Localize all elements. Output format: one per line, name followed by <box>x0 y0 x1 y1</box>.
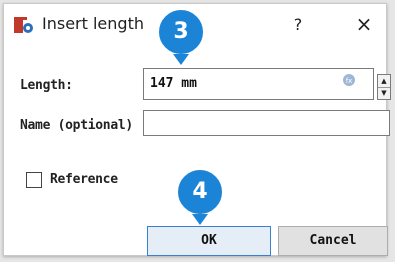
dialog-title: Insert length <box>42 14 144 33</box>
length-label: Length: <box>20 78 73 93</box>
length-input[interactable]: 147 mm fx <box>143 68 374 100</box>
reference-checkbox[interactable] <box>26 172 42 188</box>
expression-icon[interactable]: fx <box>342 73 356 87</box>
ok-button[interactable]: OK <box>147 226 271 256</box>
svg-text:fx: fx <box>346 77 353 85</box>
length-value: 147 mm <box>150 76 197 91</box>
app-icon <box>14 17 33 33</box>
help-button[interactable]: ? <box>286 13 310 37</box>
step-marker-3-pointer <box>173 54 189 65</box>
length-spinner[interactable]: ▲ ▼ <box>377 74 391 100</box>
reference-label: Reference <box>50 172 118 187</box>
close-button[interactable]: × <box>350 10 378 38</box>
step-marker-4: 4 <box>176 168 224 216</box>
name-label: Name (optional) <box>20 118 133 133</box>
name-input[interactable] <box>143 110 390 136</box>
step-marker-3: 3 <box>157 8 205 56</box>
cancel-button[interactable]: Cancel <box>278 226 388 256</box>
spin-down-icon[interactable]: ▼ <box>378 87 390 99</box>
step-marker-4-pointer <box>192 214 208 225</box>
